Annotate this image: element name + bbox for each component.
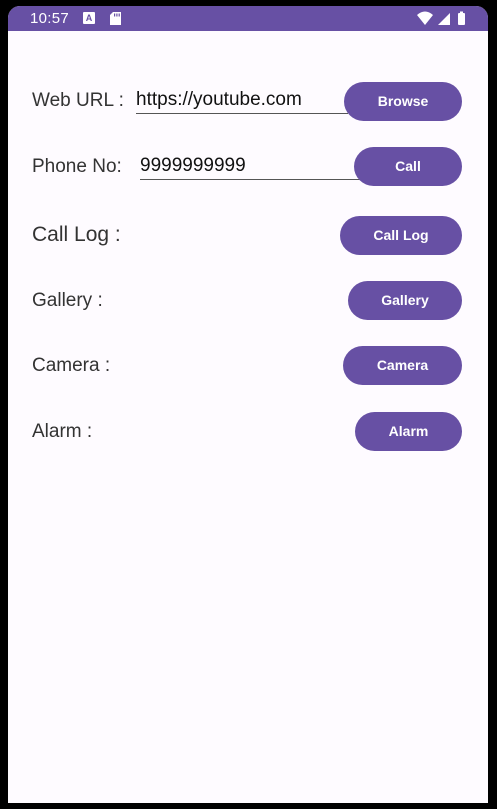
app-screen: 10:57 A Web URL : https://youtube.com Br… xyxy=(8,6,488,803)
gallery-label: Gallery : xyxy=(32,290,103,311)
camera-button[interactable]: Camera xyxy=(343,346,462,385)
wifi-icon xyxy=(417,11,433,25)
status-time: 10:57 xyxy=(30,10,70,27)
phone-input[interactable]: 9999999999 xyxy=(140,155,368,180)
call-log-button[interactable]: Call Log xyxy=(340,216,462,255)
call-button[interactable]: Call xyxy=(354,147,462,186)
camera-label: Camera : xyxy=(32,355,111,376)
status-bar: 10:57 A xyxy=(8,6,488,31)
system-status-icons xyxy=(417,11,465,25)
phone-label: Phone No: xyxy=(32,156,122,177)
signal-icon xyxy=(438,13,450,25)
browse-button[interactable]: Browse xyxy=(344,82,462,121)
battery-icon xyxy=(458,13,465,25)
web-url-input[interactable]: https://youtube.com xyxy=(136,89,348,114)
alarm-button[interactable]: Alarm xyxy=(355,412,462,451)
call-log-label: Call Log : xyxy=(32,223,121,246)
sd-card-icon xyxy=(110,12,121,25)
web-url-label: Web URL : xyxy=(32,90,124,111)
gallery-button[interactable]: Gallery xyxy=(348,281,462,320)
alarm-label: Alarm : xyxy=(32,421,93,442)
notification-a-icon: A xyxy=(83,12,95,24)
